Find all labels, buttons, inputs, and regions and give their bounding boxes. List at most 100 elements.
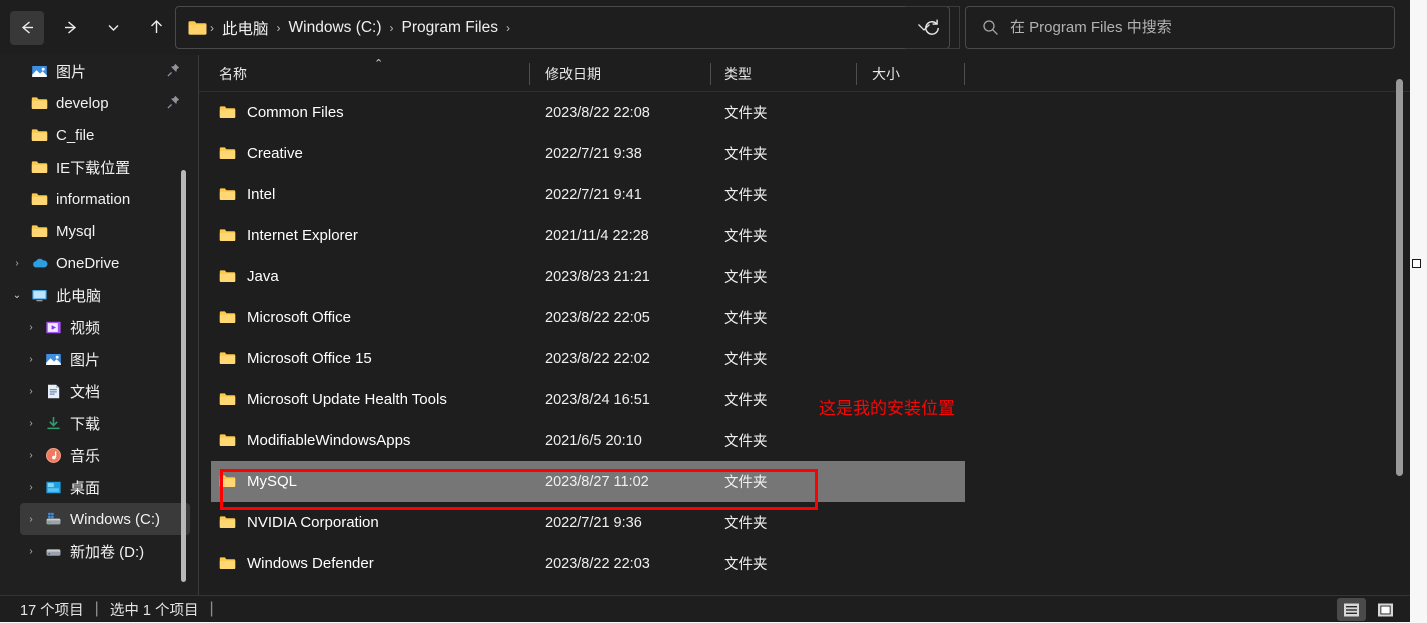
desktop-icon: [45, 481, 61, 493]
chevron-right-icon[interactable]: ›: [20, 546, 42, 557]
folder-icon: [219, 514, 236, 531]
details-view-button[interactable]: [1337, 598, 1366, 621]
table-row[interactable]: MySQL 2023/8/27 11:02 文件夹: [199, 461, 1410, 502]
file-name-text: Common Files: [247, 104, 344, 121]
refresh-button[interactable]: [905, 6, 960, 49]
table-row[interactable]: Microsoft Update Health Tools 2023/8/24 1…: [199, 379, 1410, 420]
search-input[interactable]: [1010, 19, 1394, 36]
sidebar-item-9[interactable]: › 图片: [20, 343, 190, 375]
cell-type: 文件夹: [724, 106, 768, 122]
recent-locations-button[interactable]: [96, 11, 130, 45]
sidebar-scrollbar[interactable]: [181, 170, 186, 582]
sidebar-item-5[interactable]: Mysql: [6, 215, 190, 247]
sidebar-item-12[interactable]: › 音乐: [20, 439, 190, 471]
sidebar-item-10[interactable]: › 文档: [20, 375, 190, 407]
cell-name: Microsoft Update Health Tools: [219, 391, 447, 408]
sidebar-item-13[interactable]: › 桌面: [20, 471, 190, 503]
column-header-type[interactable]: 类型: [724, 55, 752, 92]
folder-icon: [219, 227, 236, 244]
chevron-right-icon[interactable]: ›: [20, 418, 42, 429]
table-row[interactable]: Common Files 2023/8/22 22:08 文件夹: [199, 92, 1410, 133]
sort-ascending-icon: ⌃: [374, 58, 384, 70]
file-list[interactable]: Common Files 2023/8/22 22:08 文件夹 Creative 20…: [199, 92, 1410, 584]
sidebar-item-1[interactable]: develop: [6, 87, 190, 119]
chevron-right-icon[interactable]: ›: [20, 354, 42, 365]
videos-icon: [45, 321, 61, 333]
breadcrumb-item-program-files[interactable]: Program Files: [395, 16, 505, 40]
chevron-down-icon[interactable]: ⌄: [6, 290, 28, 301]
chevron-right-icon[interactable]: ›: [20, 514, 42, 525]
file-name-text: MySQL: [247, 473, 298, 490]
sidebar-item-2[interactable]: C_file: [6, 119, 190, 151]
pin-icon: [167, 63, 180, 77]
this-pc-monitor-icon: [31, 289, 47, 301]
table-row[interactable]: Creative 2022/7/21 9:38 文件夹: [199, 133, 1410, 174]
up-button[interactable]: [139, 11, 173, 45]
column-header-size[interactable]: 大小: [872, 55, 900, 92]
large-icons-view-button[interactable]: [1371, 598, 1400, 621]
sidebar-item-11[interactable]: › 下载: [20, 407, 190, 439]
breadcrumb-item-this-pc[interactable]: 此电脑: [215, 14, 276, 42]
sidebar-item-8[interactable]: › 视频: [20, 311, 190, 343]
column-header-row: 名称 ⌃ 修改日期 类型 大小: [199, 55, 1410, 92]
column-divider-2[interactable]: [710, 63, 711, 85]
column-header-name[interactable]: 名称: [219, 55, 247, 92]
table-row[interactable]: Intel 2022/7/21 9:41 文件夹: [199, 174, 1410, 215]
pin-icon[interactable]: [167, 95, 180, 113]
cell-name: Creative: [219, 145, 303, 162]
sidebar-item-6[interactable]: › OneDrive: [6, 247, 190, 279]
sidebar-item-3[interactable]: IE下载位置: [6, 151, 190, 183]
sidebar-item-label: 文档: [70, 383, 101, 401]
documents-icon: [47, 384, 59, 398]
table-row[interactable]: NVIDIA Corporation 2022/7/21 9:36 文件夹: [199, 502, 1410, 543]
this-pc-monitor-icon: [28, 287, 50, 304]
chevron-right-icon[interactable]: ›: [20, 322, 42, 333]
sidebar-item-4[interactable]: information: [6, 183, 190, 215]
sidebar-item-15[interactable]: › 新加卷 (D:): [20, 535, 190, 567]
folder-icon: [31, 224, 47, 237]
folder-icon: [31, 96, 47, 109]
folder-icon: [28, 191, 50, 208]
sidebar-item-14[interactable]: › Windows (C:): [20, 503, 190, 535]
cell-date-modified: 2023/8/22 22:02: [545, 350, 650, 367]
window-resize-handle[interactable]: [1412, 259, 1421, 268]
table-row[interactable]: Java 2023/8/23 21:21 文件夹: [199, 256, 1410, 297]
search-box[interactable]: [965, 6, 1395, 49]
sidebar-item-0[interactable]: 图片: [6, 55, 190, 87]
table-row[interactable]: Windows Defender 2023/8/22 22:03 文件夹: [199, 543, 1410, 584]
folder-icon: [219, 475, 236, 487]
system-drive-icon: [46, 512, 60, 524]
folder-icon: [219, 432, 236, 449]
column-divider-4[interactable]: [964, 63, 965, 85]
forward-button[interactable]: [53, 11, 87, 45]
table-row[interactable]: Internet Explorer 2021/11/4 22:28 文件夹: [199, 215, 1410, 256]
chevron-right-icon[interactable]: ›: [20, 450, 42, 461]
file-name-text: Internet Explorer: [247, 227, 358, 244]
sidebar-item-label: 下载: [70, 415, 101, 433]
pictures-icon: [45, 353, 61, 365]
cell-date-modified: 2023/8/22 22:05: [545, 309, 650, 326]
drive-icon: [46, 548, 60, 556]
chevron-right-icon[interactable]: ›: [20, 482, 42, 493]
back-button[interactable]: [10, 10, 44, 45]
file-list-pane: 名称 ⌃ 修改日期 类型 大小 Common Files 2023/8/22 22…: [199, 55, 1410, 595]
table-row[interactable]: ModifiableWindowsApps 2021/6/5 20:10 文件夹: [199, 420, 1410, 461]
large-icons-view-icon: [1378, 603, 1393, 616]
column-divider-3[interactable]: [856, 63, 857, 85]
navigation-sidebar[interactable]: 图片 develop C_file IE下载位置 information Mysql › On…: [0, 55, 198, 595]
cell-name: NVIDIA Corporation: [219, 514, 379, 531]
sidebar-item-7[interactable]: ⌄ 此电脑: [6, 279, 190, 311]
column-divider-1[interactable]: [529, 63, 530, 85]
cell-name: Microsoft Office: [219, 309, 351, 326]
chevron-right-icon[interactable]: ›: [6, 258, 28, 269]
cell-name: Java: [219, 268, 279, 285]
chevron-right-icon[interactable]: ›: [20, 386, 42, 397]
table-row[interactable]: Microsoft Office 15 2023/8/22 22:02 文件夹: [199, 338, 1410, 379]
file-list-scrollbar[interactable]: [1396, 79, 1403, 476]
breadcrumb-item-windows-c[interactable]: Windows (C:): [282, 16, 389, 40]
table-row[interactable]: Microsoft Office 2023/8/22 22:05 文件夹: [199, 297, 1410, 338]
pin-icon[interactable]: [167, 63, 180, 81]
column-header-date[interactable]: 修改日期: [545, 55, 601, 92]
refresh-icon: [925, 19, 939, 35]
address-bar[interactable]: › 此电脑 › Windows (C:) › Program Files ›: [175, 6, 950, 49]
